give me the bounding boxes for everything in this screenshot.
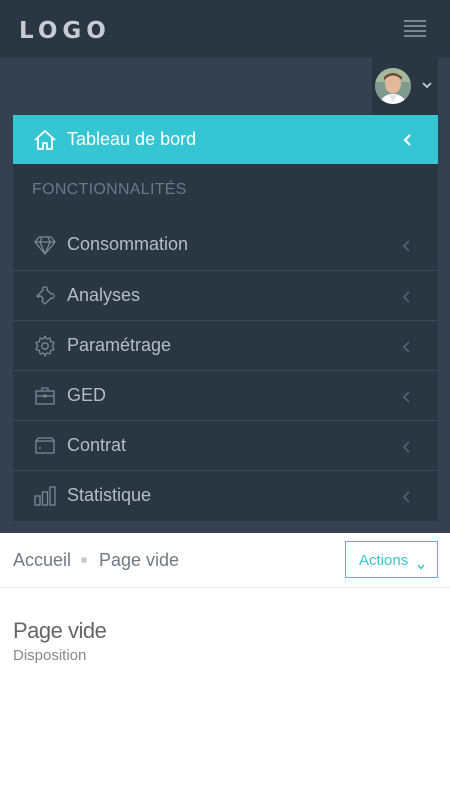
top-bar: LOGO: [0, 0, 450, 58]
briefcase-icon: [33, 384, 57, 408]
user-menu-toggle[interactable]: [372, 58, 438, 115]
breadcrumb-separator: [81, 557, 87, 563]
sidebar-item-label: Statistique: [67, 485, 152, 505]
sidebar-item-label: Paramétrage: [67, 335, 172, 355]
sidebar-item-label: Contrat: [67, 435, 127, 455]
diamond-icon: [33, 233, 57, 257]
hamburger-icon[interactable]: [404, 20, 426, 38]
sidebar-item-analyses[interactable]: Analyses: [13, 270, 438, 320]
actions-button-label: Actions: [359, 552, 409, 569]
sidebar-item-ged[interactable]: GED: [13, 370, 438, 420]
sidebar-item-statistique[interactable]: Statistique: [13, 470, 438, 520]
actions-button[interactable]: Actions: [345, 541, 438, 578]
page-subtitle: Disposition: [13, 647, 87, 664]
chevron-down-icon: [417, 557, 425, 570]
chevron-down-icon: [420, 78, 434, 92]
section-heading: FONCTIONNALITÉS: [32, 181, 187, 198]
sidebar-item-parametrage[interactable]: Paramétrage: [13, 320, 438, 370]
sidebar-item-label: Consommation: [67, 234, 189, 254]
wallet-icon: [33, 434, 57, 458]
chevron-left-icon: [401, 490, 411, 503]
logo: LOGO: [19, 18, 111, 44]
sidebar-item-consommation[interactable]: Consommation: [13, 220, 438, 270]
sidebar-item-label: Tableau de bord: [67, 129, 197, 149]
breadcrumb: Accueil Page vide Actions: [0, 533, 450, 588]
chevron-left-icon: [401, 290, 411, 303]
chevron-left-icon: [401, 239, 411, 252]
bar-chart-icon: [33, 484, 57, 508]
breadcrumb-home-link[interactable]: Accueil: [13, 550, 71, 571]
chevron-left-icon: [401, 133, 413, 147]
chevron-left-icon: [401, 440, 411, 453]
sidebar-item-dashboard[interactable]: Tableau de bord: [13, 115, 438, 164]
sidebar-item-label: Analyses: [67, 285, 141, 305]
chevron-left-icon: [401, 390, 411, 403]
sidebar-item-contrat[interactable]: Contrat: [13, 420, 438, 470]
sidebar-menu: Tableau de bord FONCTIONNALITÉS Consomma…: [13, 115, 438, 521]
breadcrumb-current: Page vide: [99, 550, 180, 570]
home-icon: [33, 128, 57, 152]
user-avatar: [375, 68, 411, 104]
puzzle-icon: [33, 284, 57, 308]
page-title: Page vide: [13, 618, 107, 643]
sidebar-item-label: GED: [67, 385, 107, 405]
gear-icon: [33, 334, 57, 358]
chevron-left-icon: [401, 340, 411, 353]
